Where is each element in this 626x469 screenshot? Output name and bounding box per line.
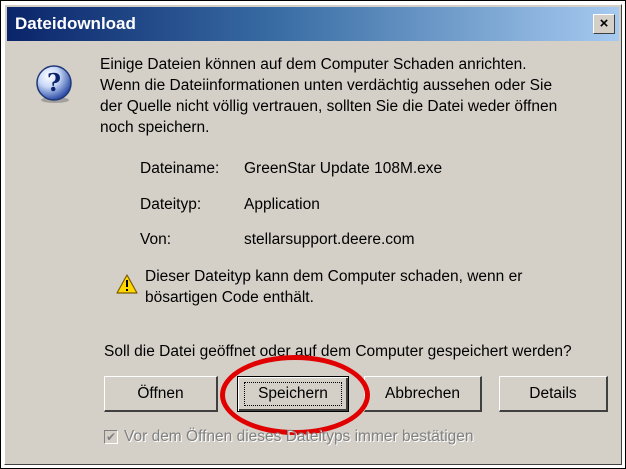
title-bar[interactable]: Dateidownload × (7, 7, 619, 41)
svg-text:?: ? (47, 68, 61, 97)
always-confirm-checkbox[interactable]: ✔ (104, 430, 118, 444)
warning-message: Dieser Dateityp kann dem Computer schade… (145, 266, 522, 308)
details-button[interactable]: Details (499, 376, 608, 412)
file-source-value: stellarsupport.deere.com (244, 231, 415, 248)
message-line: Wenn die Dateiinformationen unten verdäc… (100, 77, 553, 94)
question-icon: ? (36, 65, 72, 103)
file-type-label: Dateityp: (140, 196, 202, 213)
file-type-value: Application (244, 196, 320, 213)
file-name-label: Dateiname: (140, 160, 220, 177)
file-source-label: Von: (140, 231, 172, 248)
window-title: Dateidownload (15, 14, 136, 33)
message-line: der Quelle nicht völlig vertrauen, sollt… (100, 98, 558, 115)
close-button[interactable]: × (593, 14, 615, 34)
security-message: Einige Dateien können auf dem Computer S… (100, 54, 600, 138)
file-name-value: GreenStar Update 108M.exe (244, 160, 443, 177)
message-line: noch speichern. (100, 119, 210, 136)
message-line: Einige Dateien können auf dem Computer S… (100, 56, 527, 73)
open-button[interactable]: Öffnen (104, 376, 218, 412)
open-button-label: Öffnen (137, 385, 184, 402)
always-confirm-label: Vor dem Öffnen dieses Dateityps immer be… (124, 428, 474, 445)
save-button[interactable]: Speichern (237, 376, 349, 412)
cancel-button-label: Abbrechen (385, 385, 460, 402)
cancel-button[interactable]: Abbrechen (364, 376, 482, 412)
download-question: Soll die Datei geöffnet oder auf dem Com… (104, 343, 572, 360)
details-button-label: Details (529, 385, 577, 402)
warning-icon (116, 274, 138, 294)
save-button-label: Speichern (258, 385, 328, 402)
warning-line: Dieser Dateityp kann dem Computer schade… (145, 268, 523, 285)
warning-line: bösartigen Code enthält. (145, 289, 314, 306)
